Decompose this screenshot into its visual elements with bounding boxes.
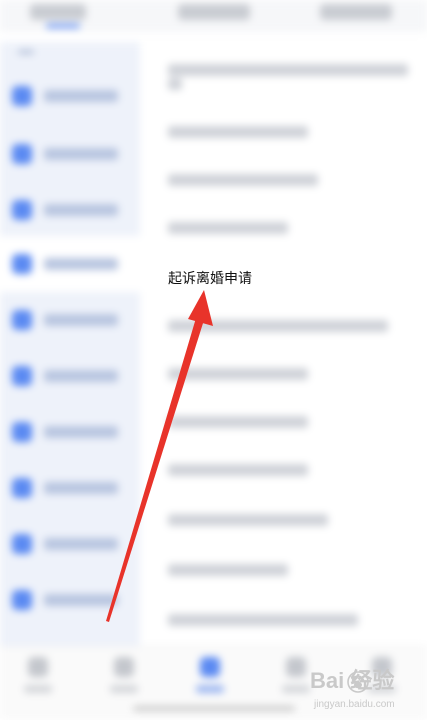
top-tab-bar: [0, 0, 427, 32]
sidebar-item-label: [44, 148, 118, 160]
category-icon: [12, 478, 32, 498]
sidebar-top-mark: [18, 50, 34, 54]
sidebar-item[interactable]: [0, 404, 140, 460]
sidebar-item-label: [44, 594, 118, 606]
nav-item-3-active[interactable]: [190, 655, 230, 695]
top-tab-2[interactable]: [178, 4, 250, 20]
blurred-app-background: [0, 0, 427, 720]
list-item[interactable]: [168, 564, 288, 576]
nav-label: [24, 685, 52, 693]
list-item[interactable]: [168, 64, 408, 76]
category-icon: [12, 422, 32, 442]
list-item[interactable]: [168, 514, 328, 526]
nav-label: [196, 685, 224, 693]
category-icon: [12, 310, 32, 330]
sidebar-item-label: [44, 482, 118, 494]
nav-label: [110, 685, 138, 693]
divorce-application-item[interactable]: 起诉离婚申请: [168, 269, 252, 287]
nav-item-2[interactable]: [104, 655, 144, 695]
category-icon: [12, 86, 32, 106]
category-icon: [12, 254, 32, 274]
sidebar-item[interactable]: [0, 348, 140, 404]
list-item[interactable]: [168, 126, 308, 138]
nav-icon: [28, 657, 48, 677]
sidebar-item[interactable]: [0, 68, 140, 124]
sidebar-item-label: [44, 426, 118, 438]
top-tab-1[interactable]: [30, 4, 86, 20]
nav-item-1[interactable]: [18, 655, 58, 695]
category-icon: [12, 144, 32, 164]
home-indicator: [133, 706, 295, 711]
sidebar-item-label: [44, 204, 118, 216]
category-icon: [12, 534, 32, 554]
sidebar-item-label: [44, 90, 118, 102]
list-item[interactable]: [168, 464, 308, 476]
sidebar-item-active[interactable]: [0, 236, 140, 292]
category-icon: [12, 366, 32, 386]
list-item[interactable]: [168, 320, 388, 332]
sidebar-item[interactable]: [0, 292, 140, 348]
sidebar-item[interactable]: [0, 126, 140, 182]
top-tab-3[interactable]: [320, 4, 392, 20]
category-icon: [12, 200, 32, 220]
sidebar-item-label: [44, 370, 118, 382]
list-item[interactable]: [168, 368, 308, 380]
category-sidebar: [0, 42, 140, 646]
sidebar-item-label: [44, 538, 118, 550]
watermark-url: jingyan.baidu.com: [314, 699, 395, 710]
nav-icon: [200, 657, 220, 677]
category-icon: [12, 590, 32, 610]
nav-icon: [114, 657, 134, 677]
baidu-paw-icon: [347, 671, 369, 693]
list-item[interactable]: [168, 614, 358, 626]
sidebar-item[interactable]: [0, 460, 140, 516]
nav-label: [282, 685, 310, 693]
nav-icon: [286, 657, 306, 677]
sidebar-item[interactable]: [0, 516, 140, 572]
list-item[interactable]: [168, 174, 318, 186]
list-item[interactable]: [168, 416, 308, 428]
baidu-jingyan-watermark: Bai 经验 jingyan.baidu.com: [308, 668, 426, 718]
list-item-continuation: [168, 78, 182, 90]
service-list: [140, 42, 427, 646]
sidebar-item-label: [44, 258, 118, 270]
sidebar-item[interactable]: [0, 182, 140, 238]
list-item[interactable]: [168, 222, 288, 234]
active-tab-indicator: [46, 24, 80, 28]
sidebar-item[interactable]: [0, 572, 140, 628]
sidebar-item-label: [44, 314, 118, 326]
